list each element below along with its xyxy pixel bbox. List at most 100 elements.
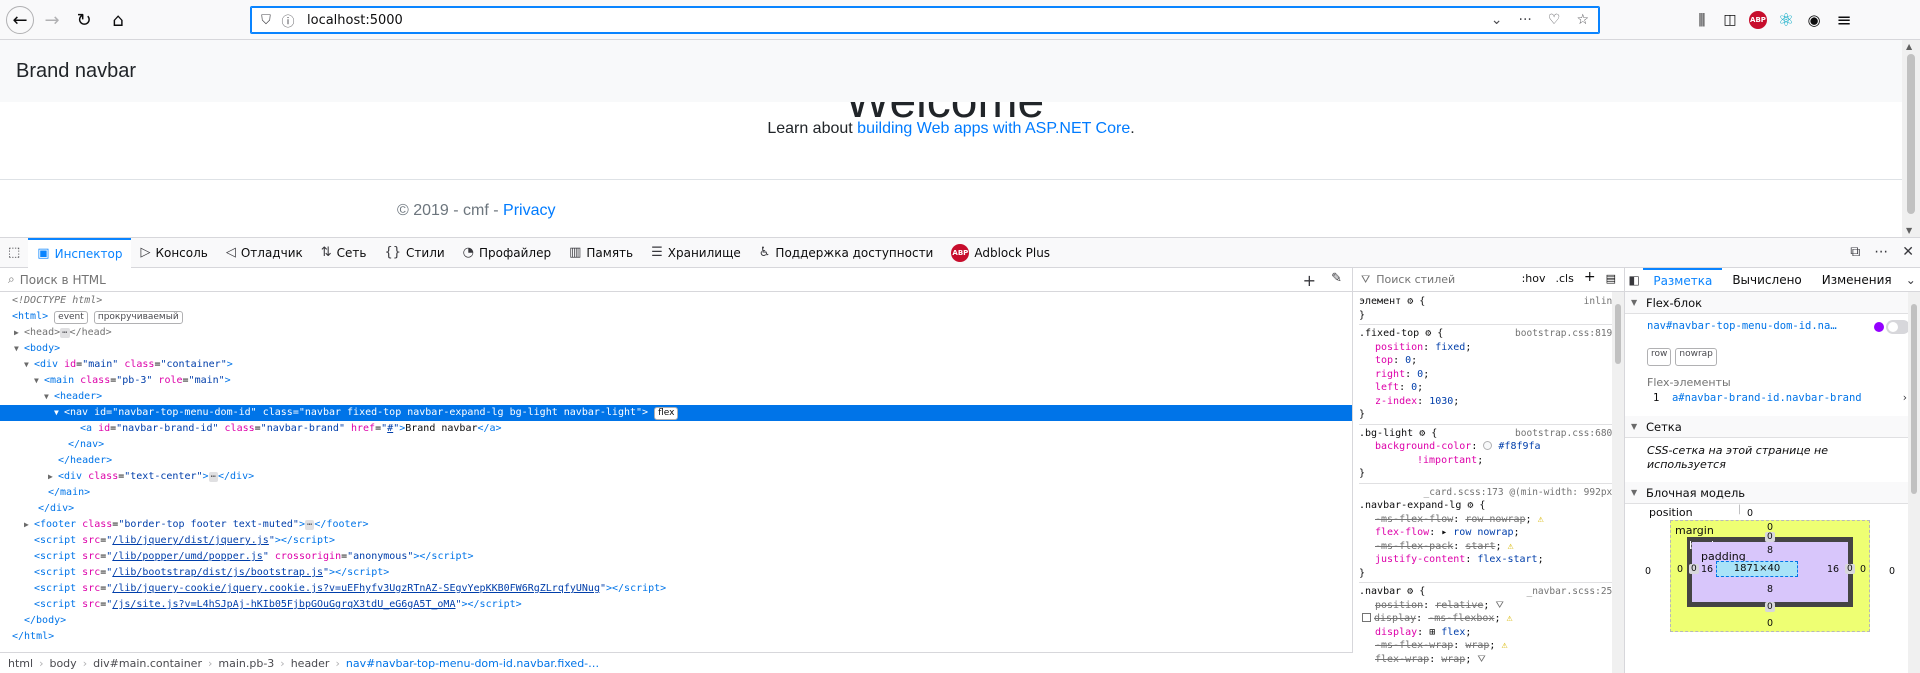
warning-icon[interactable]: ⚠ (1501, 640, 1507, 651)
layout-scrollbar-thumb[interactable] (1911, 304, 1917, 494)
tab-profiler[interactable]: ◔ Профайлер (454, 238, 560, 268)
print-media-icon[interactable]: ▤ (1606, 272, 1616, 285)
tab-changes[interactable]: Изменения (1812, 268, 1902, 292)
rule-source-link[interactable]: _navbar.scss:250 (1526, 585, 1618, 599)
css-declaration[interactable]: display: ⊞ flex; (1359, 626, 1618, 640)
markup-node[interactable]: ▶ <div class="text-center"> ⋯ </div> (0, 469, 1352, 485)
tab-computed[interactable]: Вычислено (1722, 268, 1811, 292)
flex-toggle-icon[interactable]: ⊞ (1429, 627, 1435, 638)
add-node-icon[interactable]: + (1303, 271, 1316, 290)
breadcrumb-item-current[interactable]: nav#navbar-top-menu-dom-id.navbar.fixed-… (346, 657, 599, 670)
element-picker-button[interactable]: ⬚ (0, 238, 28, 268)
gear-icon[interactable]: ⚙ (1407, 586, 1413, 597)
padding-bottom-value[interactable]: 8 (1767, 584, 1773, 595)
css-declaration[interactable]: justify-content: flex-start; (1359, 553, 1618, 567)
markup-search[interactable]: ⌕ Поиск в HTML + ✎ (0, 268, 1352, 292)
css-declaration[interactable]: z-index: 1030; (1359, 395, 1618, 409)
css-declaration[interactable]: position: fixed; (1359, 341, 1618, 355)
markup-node[interactable]: <!DOCTYPE html> (0, 293, 1352, 309)
tab-accessibility[interactable]: ♿ Поддержка доступности (750, 238, 943, 268)
eyedropper-icon[interactable]: ✎ (1331, 271, 1342, 286)
markup-node[interactable]: ▼ <div id="main" class="container"> (0, 357, 1352, 373)
css-declaration[interactable]: background-color: #f8f9fa (1359, 440, 1618, 454)
more-options-icon[interactable]: ⋯ (1874, 244, 1888, 260)
breadcrumb-item[interactable]: div#main.container (93, 657, 202, 670)
color-swatch-icon[interactable] (1483, 441, 1493, 450)
scroll-down-icon[interactable]: ▼ (1906, 226, 1912, 235)
collapse-icon[interactable]: ▼ (14, 341, 24, 357)
chevron-down-icon[interactable]: ⌄ (1902, 273, 1920, 287)
border-top-value[interactable]: 0 (1765, 532, 1775, 542)
account-button[interactable]: ◉ (1800, 6, 1828, 34)
pocket-icon[interactable]: ♡ (1548, 12, 1561, 28)
privacy-link[interactable]: Privacy (503, 202, 555, 219)
filter-icon[interactable]: ⛛ (1495, 600, 1503, 611)
library-button[interactable]: ⫼ (1688, 6, 1716, 34)
markup-node[interactable]: <script src="/lib/popper/umd/popper.js" … (0, 549, 1352, 565)
css-declaration[interactable]: flex-flow: ▸ row nowrap; (1359, 526, 1618, 540)
margin-right-value[interactable]: 0 (1860, 564, 1866, 575)
margin-left-value[interactable]: 0 (1677, 564, 1683, 575)
expand-icon[interactable]: ▶ (48, 469, 58, 485)
collapse-icon[interactable]: ▼ (34, 373, 44, 389)
padding-top-value[interactable]: 8 (1767, 545, 1773, 556)
dock-icon[interactable]: ⧉ (1850, 244, 1860, 260)
gear-icon[interactable]: ⚙ (1407, 296, 1413, 307)
aspnet-docs-link[interactable]: building Web apps with ASP.NET Core (857, 120, 1130, 137)
flex-item-selector[interactable]: a#navbar-brand-id.navbar-brand (1672, 392, 1862, 404)
forward-button[interactable]: → (38, 6, 66, 34)
expand-icon[interactable]: ▶ (14, 325, 24, 341)
breadcrumb-item[interactable]: main.pb-3 (218, 657, 274, 670)
layout-scrollbar[interactable] (1908, 292, 1920, 673)
markup-node[interactable]: </main> (0, 485, 1352, 501)
border-right-value[interactable]: 0 (1845, 564, 1855, 574)
flex-section-header[interactable]: ▼ Flex-блок (1625, 292, 1920, 314)
gear-icon[interactable]: ⚙ (1419, 428, 1425, 439)
flex-overlay-toggle[interactable] (1886, 320, 1910, 334)
css-declaration[interactable]: -ms-flex-wrap: wrap; ⚠ (1359, 639, 1618, 653)
filter-icon[interactable]: ⛛ (1477, 654, 1485, 665)
reload-button[interactable]: ↻ (70, 6, 98, 34)
rules-scrollbar[interactable] (1612, 292, 1624, 673)
collapse-icon[interactable]: ▼ (54, 405, 64, 421)
more-icon[interactable]: ··· (1519, 12, 1532, 28)
markup-node[interactable]: <html> event прокручиваемый (0, 309, 1352, 325)
flex-badge[interactable]: flex (654, 407, 679, 420)
markup-node[interactable]: ▼ <body> (0, 341, 1352, 357)
chevron-down-icon[interactable]: ⌄ (1491, 12, 1503, 28)
border-left-value[interactable]: 0 (1689, 564, 1699, 574)
warning-icon[interactable]: ⚠ (1538, 514, 1544, 525)
css-declaration[interactable]: top: 0; (1359, 354, 1618, 368)
markup-node[interactable]: <script src="/lib/jquery/dist/jquery.js"… (0, 533, 1352, 549)
tab-memory[interactable]: ▥ Память (560, 238, 642, 268)
markup-search-input[interactable]: Поиск в HTML (20, 273, 106, 287)
markup-node[interactable]: ▼ <main class="pb-3" role="main"> (0, 373, 1352, 389)
padding-left-value[interactable]: 16 (1701, 564, 1713, 575)
warning-icon[interactable]: ⚠ (1506, 613, 1512, 624)
close-icon[interactable]: ✕ (1902, 244, 1914, 260)
gear-icon[interactable]: ⚙ (1467, 500, 1473, 511)
rule-source-link[interactable]: bootstrap.css:6801 (1515, 427, 1618, 441)
home-button[interactable]: ⌂ (104, 6, 132, 34)
breadcrumb-item[interactable]: header (291, 657, 330, 670)
react-devtools-button[interactable]: ⚛ (1772, 6, 1800, 34)
markup-node[interactable]: <script src="/lib/bootstrap/dist/js/boot… (0, 565, 1352, 581)
add-rule-icon[interactable]: + (1584, 270, 1596, 285)
position-value[interactable]: 0 (1747, 508, 1753, 519)
tab-storage[interactable]: ☰ Хранилище (642, 238, 750, 268)
url-bar[interactable]: ⛉ ⓘ localhost:5000 ⌄ ··· ♡ ☆ (250, 6, 1600, 34)
url-input[interactable]: localhost:5000 (307, 13, 1491, 28)
flex-container-selector[interactable]: nav#navbar-top-menu-dom-id.na… (1647, 320, 1837, 332)
page-scrollbar[interactable]: ▲ ▼ (1902, 40, 1920, 237)
collapse-icon[interactable]: ▼ (24, 357, 34, 373)
markup-node[interactable]: ▶ <footer class="border-top footer text-m… (0, 517, 1352, 533)
event-badge[interactable]: event (54, 311, 88, 324)
box-content[interactable]: 1871×40 (1716, 561, 1798, 577)
declaration-checkbox[interactable] (1362, 613, 1371, 622)
boxmodel-section-header[interactable]: ▼ Блочная модель (1625, 482, 1920, 504)
flex-container-item[interactable]: nav#navbar-top-menu-dom-id.na… (1625, 314, 1920, 348)
css-declaration[interactable]: flex-wrap: wrap; ⛛ (1359, 653, 1618, 667)
rule-source-link[interactable]: bootstrap.css:8191 (1515, 327, 1618, 341)
shield-icon[interactable]: ⛉ (255, 13, 277, 28)
highlight-color-swatch[interactable] (1874, 322, 1884, 332)
